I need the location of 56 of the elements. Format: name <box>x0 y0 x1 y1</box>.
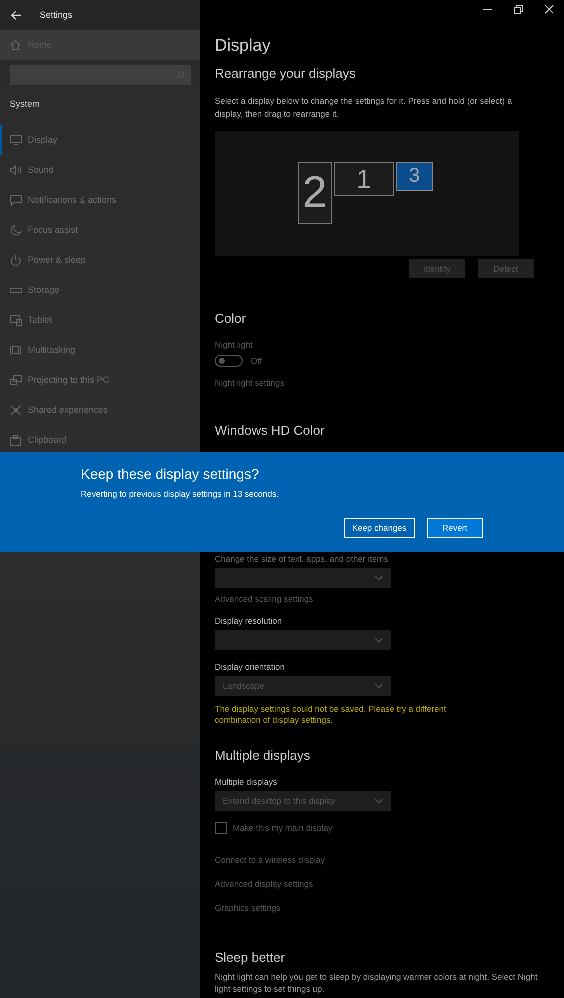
window-title: Settings <box>40 10 73 20</box>
monitor-tile[interactable]: 1 <box>334 162 394 196</box>
settings-link[interactable]: Advanced display settings <box>215 879 326 889</box>
nav-item[interactable]: Storage <box>0 275 200 305</box>
setting-label: Multiple displays <box>215 777 278 787</box>
setting-label: Display resolution <box>215 616 282 626</box>
page-title: Display <box>215 36 271 56</box>
chevron-icon <box>375 638 383 642</box>
settings-link[interactable]: Connect to a wireless display <box>215 855 326 865</box>
settings-link[interactable]: Graphics settings <box>215 903 326 913</box>
nav-item[interactable]: Projecting to this PC <box>0 365 200 395</box>
nav-item[interactable]: Display <box>0 125 200 155</box>
monitor-tile[interactable]: 3 <box>396 162 433 191</box>
setting-label: Change the size of text, apps, and other items <box>215 554 388 564</box>
section-heading: Multiple displays <box>215 748 310 763</box>
display-icon <box>10 134 22 146</box>
dialog-button[interactable]: Revert <box>427 518 483 538</box>
section-heading: Rearrange your displays <box>215 66 356 81</box>
section-heading: Color <box>215 311 246 326</box>
section-label: System <box>10 99 42 111</box>
section-heading: Sleep better <box>215 950 286 965</box>
checkbox[interactable] <box>215 822 227 834</box>
tablet-icon <box>10 314 22 326</box>
search-field[interactable] <box>10 65 191 85</box>
nav-item[interactable]: Clipboard <box>0 425 200 455</box>
nav-item[interactable]: Multitasking <box>0 335 200 365</box>
toggle-switch[interactable] <box>215 355 243 367</box>
nav-item[interactable]: Tablet <box>0 305 200 335</box>
sound-icon <box>10 164 22 176</box>
chevron-icon <box>375 684 383 688</box>
restore-icon[interactable] <box>514 5 523 14</box>
nav-item[interactable]: Power & sleep <box>0 245 200 275</box>
warning-text: The display settings could not be saved. Please try a different combination of display settings. <box>215 704 448 726</box>
dialog-message: Reverting to previous display settings in 13 seconds. <box>81 489 279 499</box>
monitor-tile[interactable]: 2 <box>298 162 332 224</box>
chevron-icon <box>375 798 383 804</box>
home-icon <box>10 40 21 50</box>
description-text: Select a display below to change the settings for it. Press and hold (or select) a display, then drag to rearrange it. <box>215 95 514 121</box>
nav-item[interactable]: Notifications & actions <box>0 185 200 215</box>
power-icon <box>10 254 22 266</box>
section-heading: Windows HD Color <box>215 423 325 438</box>
setting-label: Night light <box>215 340 253 350</box>
checkbox-label: Make this my main display <box>233 823 333 833</box>
settings-link[interactable]: Advanced scaling settings <box>215 594 314 604</box>
settings-link[interactable]: Night light settings <box>215 378 284 388</box>
nav-item[interactable]: Focus assist <box>0 215 200 245</box>
toggle-state: Off <box>251 356 262 366</box>
nav-item[interactable]: Shared experiences <box>0 395 200 425</box>
setting-label: Display orientation <box>215 662 285 672</box>
dialog-button[interactable]: Keep changes <box>344 518 415 538</box>
close-icon[interactable] <box>545 5 554 14</box>
nav-item[interactable]: Sound <box>0 155 200 185</box>
back-arrow-icon[interactable] <box>11 10 21 20</box>
dialog-title: Keep these display settings? <box>81 466 260 482</box>
chevron-icon <box>375 576 383 580</box>
description-text: Night light can help you get to sleep by displaying warmer colors at night. Select Night light settings to set things up. <box>215 971 539 995</box>
